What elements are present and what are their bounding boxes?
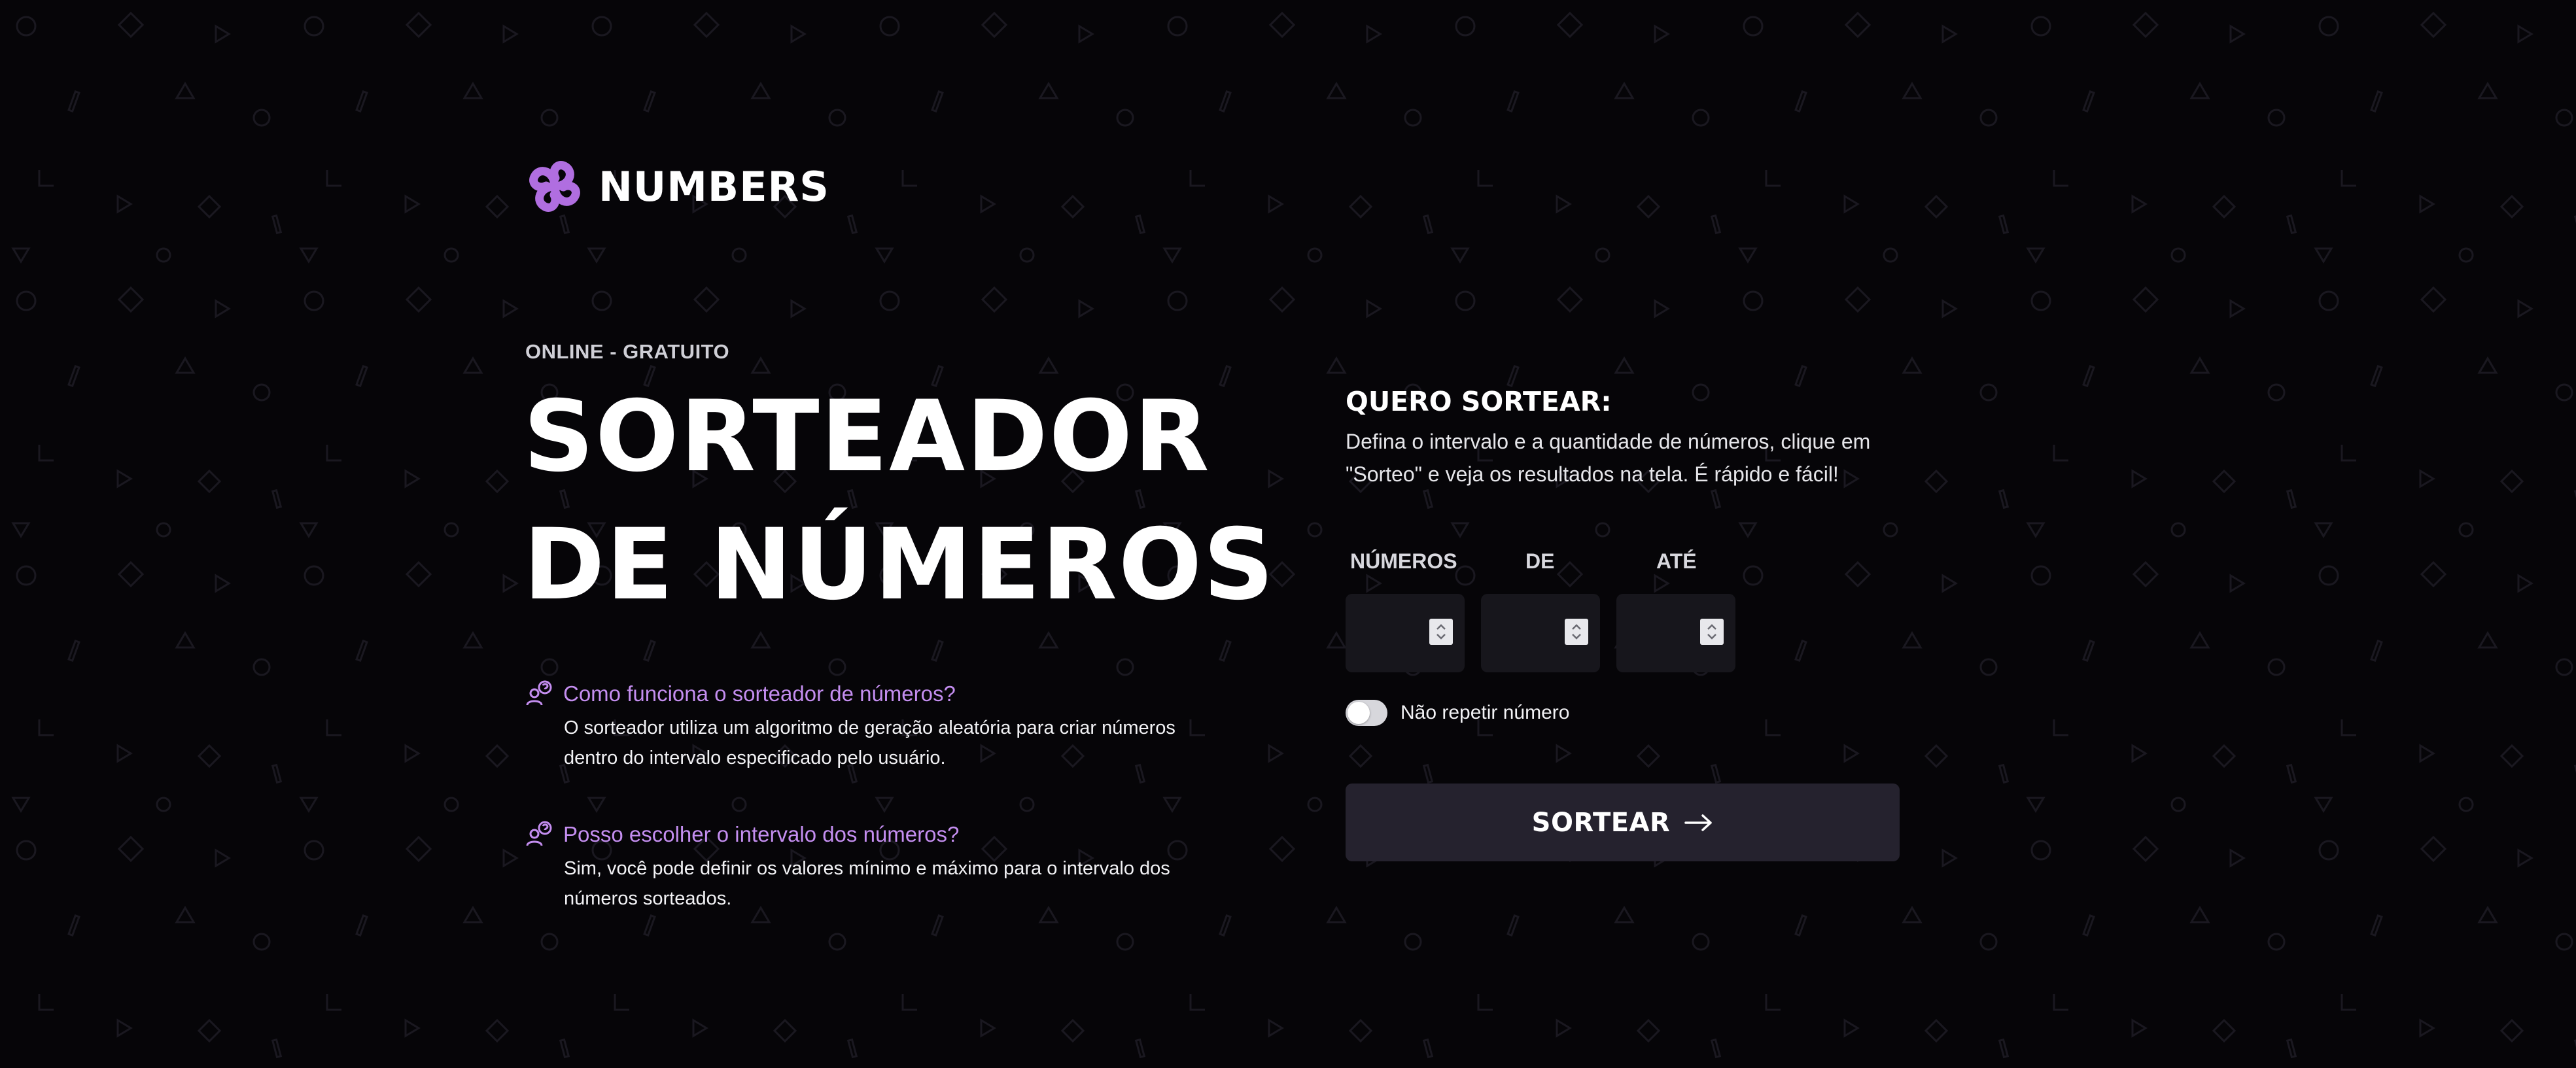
brand[interactable]: NUMBERS (525, 157, 829, 216)
faq-answer: Sim, você pode definir os valores mínimo… (564, 853, 1219, 914)
page: NUMBERS ONLINE - GRATUITO SORTEADOR DE N… (0, 0, 2576, 1068)
hero-eyebrow: ONLINE - GRATUITO (525, 340, 730, 363)
people-question-icon (526, 821, 552, 846)
form-title: QUERO SORTEAR: (1346, 386, 1612, 417)
faq-question-text: Como funciona o sorteador de números? (563, 681, 956, 706)
page-title: SORTEADOR DE NÚMEROS (523, 373, 1276, 629)
max-label: ATÉ (1656, 549, 1697, 573)
page-title-line-1: SORTEADOR (523, 380, 1211, 494)
people-question-icon (526, 680, 552, 706)
faq-item: Posso escolher o intervalo dos números? … (525, 821, 1219, 914)
quantity-label: NÚMEROS (1350, 549, 1457, 573)
no-repeat-toggle[interactable] (1346, 700, 1387, 726)
no-repeat-label: Não repetir número (1401, 702, 1570, 723)
form-description-line: Defina o intervalo e a quantidade de núm… (1346, 430, 1871, 453)
faq-item: Como funciona o sorteador de números? O … (525, 680, 1219, 773)
faq-answer-line: números sorteados. (564, 888, 732, 909)
faq-question-text: Posso escolher o intervalo dos números? (563, 822, 960, 846)
faq-question: Como funciona o sorteador de números? (525, 680, 1219, 708)
brand-name: NUMBERS (599, 162, 829, 211)
faq-answer-line: dentro do intervalo especificado pelo us… (564, 748, 946, 768)
faq-answer-line: O sorteador utiliza um algoritmo de gera… (564, 717, 1175, 738)
faq-answer-line: Sim, você pode definir os valores mínimo… (564, 858, 1170, 879)
max-stepper[interactable] (1700, 619, 1724, 645)
toggle-knob (1348, 702, 1370, 724)
arrow-right-icon (1684, 814, 1713, 831)
stepper-icon (1707, 624, 1716, 640)
faq-answer: O sorteador utiliza um algoritmo de gera… (564, 713, 1219, 773)
page-title-line-2: DE NÚMEROS (523, 508, 1276, 622)
max-field (1616, 594, 1735, 672)
sortear-button-label: SORTEAR (1531, 807, 1671, 838)
faq-question: Posso escolher o intervalo dos números? (525, 821, 1219, 848)
min-field (1481, 594, 1600, 672)
sortear-button[interactable]: SORTEAR (1346, 784, 1900, 861)
min-stepper[interactable] (1565, 619, 1588, 645)
min-label: DE (1525, 549, 1555, 573)
form-description: Defina o intervalo e a quantidade de núm… (1346, 425, 1934, 491)
quantity-stepper[interactable] (1429, 619, 1453, 645)
no-repeat-option: Não repetir número (1346, 700, 1569, 726)
stepper-icon (1572, 624, 1581, 640)
stepper-icon (1436, 624, 1446, 640)
numbers-logo-icon (529, 161, 580, 212)
form-description-line: "Sorteo" e veja os resultados na tela. É… (1346, 462, 1839, 486)
quantity-field (1346, 594, 1465, 672)
